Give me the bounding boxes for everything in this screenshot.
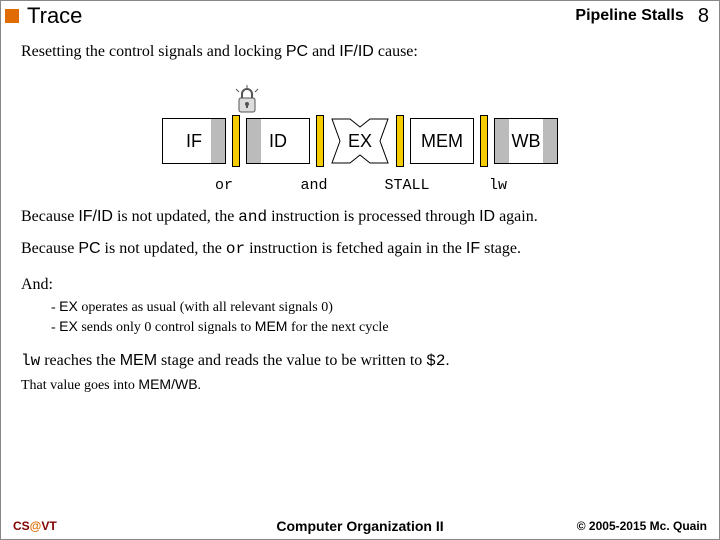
text: That value goes into [21,378,138,393]
footer-left: CS@VT [13,519,57,533]
label-and: and [282,177,346,194]
text: is not updated, the [113,208,238,225]
instr-or: or [226,240,245,258]
stage-mem: MEM [410,118,474,164]
bullet-mark: - [51,320,59,335]
ex-ref: EX [59,318,78,334]
instr-and: and [238,208,267,226]
text: is not updated, the [101,240,226,257]
stage-label: IF [186,131,202,152]
stage-label: ID [269,131,287,152]
register-ref: $2 [426,352,445,370]
paragraph-4: That value goes into MEM/WB. [21,376,699,394]
paragraph-1: Because IF/ID is not updated, the and in… [21,208,699,226]
slide-footer: CS@VT Computer Organization II © 2005-20… [1,519,719,533]
intro-ifid: IF/ID [339,43,374,60]
text: again. [495,208,538,225]
bullet-1: - EX operates as usual (with all relevan… [51,298,699,316]
pipeline-register [396,115,404,167]
intro-text: cause: [374,43,418,60]
bullet-2: - EX sends only 0 control signals to MEM… [51,318,699,336]
text: sends only 0 control signals to [78,320,255,335]
pipeline-register [480,115,488,167]
slide-number: 8 [698,5,709,28]
text: stage and reads the value to be written … [157,352,426,369]
label-lw: lw [468,177,528,194]
pipeline-diagram: IF ID EX MEM WB [21,81,699,194]
label-or: or [192,177,256,194]
id-ref: ID [479,208,495,225]
stage-instruction-labels: or and STALL lw [192,177,528,194]
text: operates as usual (with all relevant sig… [78,300,333,315]
stage-label: EX [330,117,390,165]
text: instruction is fetched again in the [245,240,466,257]
bullet-mark: - [51,300,59,315]
text: stage. [480,240,521,257]
stage-wb: WB [494,118,558,164]
footer-cs: CS [13,519,30,533]
mem-ref: MEM [120,352,157,369]
stage-ex: EX [330,117,390,165]
if-ref: IF [466,240,480,257]
text: . [446,352,450,369]
pipeline-register [232,115,240,167]
intro-pc: PC [286,43,308,60]
pc-ref: PC [78,240,100,257]
label-stall: STALL [372,177,442,194]
pipeline-register [316,115,324,167]
intro-text: and [308,43,339,60]
ex-ref: EX [59,298,78,314]
stage-label: WB [512,131,541,152]
paragraph-2: Because PC is not updated, the or instru… [21,240,699,258]
stage-id: ID [246,118,310,164]
footer-center: Computer Organization II [276,518,443,534]
and-heading: And: [21,276,699,294]
intro-text: Resetting the control signals and lockin… [21,43,286,60]
text: for the next cycle [287,320,388,335]
instr-lw: lw [21,352,40,370]
stage-if: IF [162,118,226,164]
bullet-list: - EX operates as usual (with all relevan… [51,298,699,336]
footer-vt: VT [41,519,56,533]
text: reaches the [40,352,120,369]
footer-right: © 2005-2015 Mc. Quain [577,519,707,533]
text: Because [21,208,78,225]
text: . [198,378,202,393]
memwb-ref: MEM/WB [138,376,197,392]
text: instruction is processed through [267,208,479,225]
mem-ref: MEM [255,318,288,334]
slide-header: Trace Pipeline Stalls 8 [1,1,719,31]
header-marker [5,9,19,23]
intro-line: Resetting the control signals and lockin… [21,43,699,61]
slide-title: Trace [27,3,82,29]
slide-content: Resetting the control signals and lockin… [1,31,719,400]
paragraph-3: lw reaches the MEM stage and reads the v… [21,352,699,370]
text: Because [21,240,78,257]
footer-at: @ [30,519,42,533]
slide-subtitle: Pipeline Stalls [575,7,683,25]
stage-label: MEM [421,131,463,152]
ifid-ref: IF/ID [78,208,113,225]
